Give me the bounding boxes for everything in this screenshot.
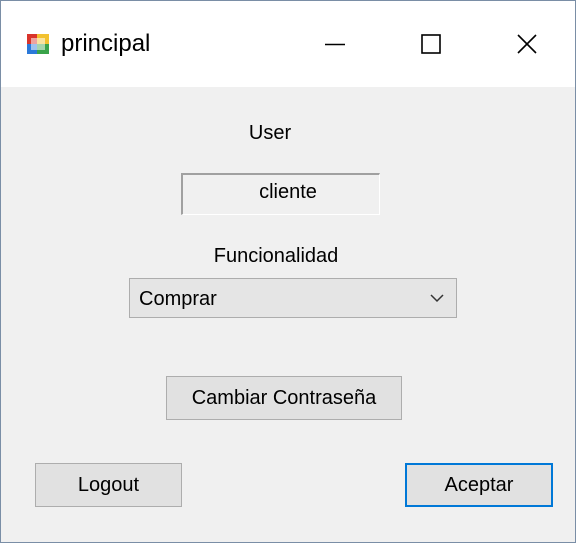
change-password-button[interactable]: Cambiar Contraseña <box>166 376 402 420</box>
maximize-icon <box>421 34 441 54</box>
chevron-down-icon <box>430 294 444 303</box>
funcionalidad-label: Funcionalidad <box>213 245 339 267</box>
logout-button[interactable]: Logout <box>35 463 182 507</box>
funcionalidad-select[interactable]: Comprar <box>129 278 457 318</box>
minimize-button[interactable] <box>287 1 383 87</box>
user-value-box: cliente <box>181 173 380 215</box>
main-window: principal User cliente Funcionalidad Com… <box>0 0 576 543</box>
close-icon <box>517 34 537 54</box>
accept-button[interactable]: Aceptar <box>405 463 553 507</box>
title-bar[interactable]: principal <box>1 1 575 87</box>
maximize-button[interactable] <box>383 1 479 87</box>
user-label: User <box>248 122 292 144</box>
funcionalidad-selected-value: Comprar <box>139 288 217 310</box>
app-icon <box>27 34 49 54</box>
minimize-icon <box>325 43 345 46</box>
window-title: principal <box>61 30 151 57</box>
close-button[interactable] <box>479 1 575 87</box>
